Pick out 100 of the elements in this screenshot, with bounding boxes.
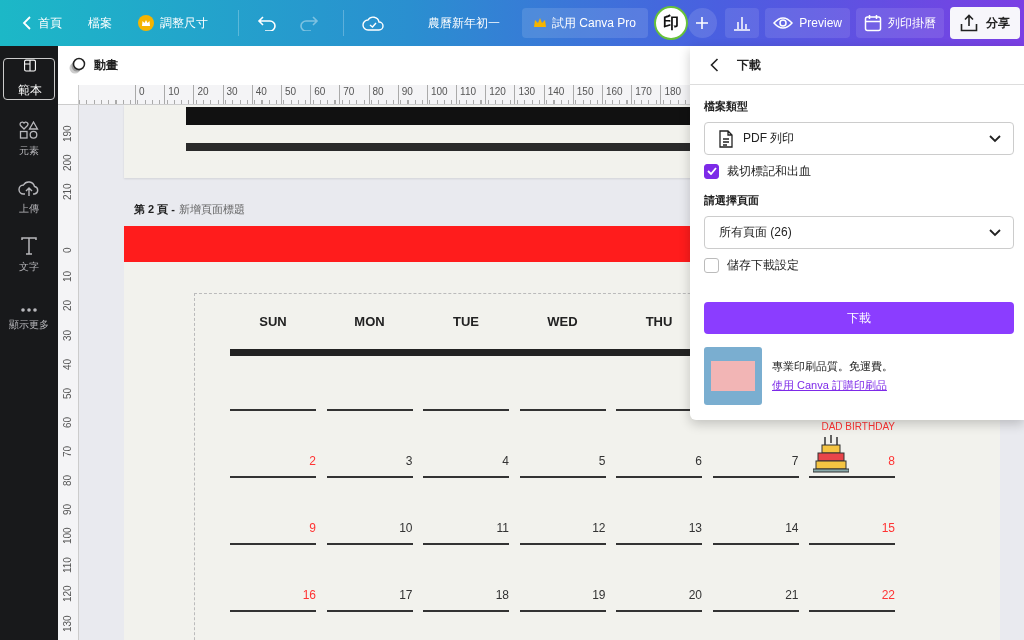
ruler-number: 90 xyxy=(61,503,74,516)
ruler-number: 140 xyxy=(543,85,573,104)
ruler-number: 70 xyxy=(339,85,369,104)
upload-icon xyxy=(960,14,978,32)
layout-icon xyxy=(21,59,39,72)
ruler-number: 20 xyxy=(61,299,74,312)
calendar-icon xyxy=(864,14,882,32)
weekday-header: THU xyxy=(644,314,674,329)
sidebar-item[interactable]: 元素 xyxy=(19,116,39,158)
ruler-number: 130 xyxy=(61,613,74,632)
ruler-number: 160 xyxy=(602,85,632,104)
crop-marks-checkbox[interactable]: 裁切標記和出血 xyxy=(704,163,1014,179)
field-label: 請選擇頁面 xyxy=(704,193,760,208)
ruler-number: 120 xyxy=(61,584,74,603)
date-number: 14 xyxy=(785,521,799,537)
ruler-number: 180 xyxy=(660,85,690,104)
ruler-number: 90 xyxy=(397,85,427,104)
ruler-number: 80 xyxy=(61,474,74,487)
date-number: 21 xyxy=(785,588,799,604)
ruler-number: 110 xyxy=(61,556,74,574)
ruler-number: 110 xyxy=(456,85,486,104)
sidebar-item[interactable]: 上傳 xyxy=(18,174,40,216)
design-title[interactable]: 農曆新年初一 xyxy=(427,14,500,32)
date-number: 3 xyxy=(405,454,413,470)
date-number: 13 xyxy=(688,521,702,537)
more-icon xyxy=(20,307,38,313)
cloud-upload-icon xyxy=(18,179,40,197)
page-number: 第 2 頁 - xyxy=(134,202,175,217)
date-number: 20 xyxy=(688,588,702,604)
date-number: 22 xyxy=(881,588,895,604)
ruler-number: 20 xyxy=(193,85,223,104)
date-number: 4 xyxy=(502,454,509,470)
date-number: 5 xyxy=(598,454,606,470)
download-button[interactable]: 下載 xyxy=(704,302,1014,334)
avatar[interactable]: 印 xyxy=(654,6,688,40)
promo-text: 專業印刷品質。免運費。 xyxy=(772,359,893,374)
preview-button[interactable]: Preview xyxy=(765,8,850,38)
ruler-number: 100 xyxy=(426,85,457,104)
document-icon xyxy=(719,129,733,148)
date-number: 2 xyxy=(309,454,316,470)
date-number: 19 xyxy=(592,588,606,604)
date-number: 12 xyxy=(592,521,606,537)
ruler-number: 60 xyxy=(61,415,74,428)
sidebar-item[interactable]: 顯示更多 xyxy=(9,290,49,332)
ruler-number: 130 xyxy=(514,85,544,104)
date-number: 11 xyxy=(496,521,509,537)
cake-drawing xyxy=(813,435,849,473)
undo-icon xyxy=(257,15,277,31)
sidebar-item[interactable]: 範本 xyxy=(3,58,55,100)
save-settings-checkbox[interactable]: 儲存下載設定 xyxy=(704,257,1014,273)
plus-icon xyxy=(696,17,709,29)
field-label: 檔案類型 xyxy=(704,99,749,114)
file-type-dropdown[interactable]: PDF 列印 xyxy=(704,122,1014,155)
ruler-number: 0 xyxy=(135,85,165,104)
ruler-number: 10 xyxy=(61,270,74,283)
date-number: 6 xyxy=(695,454,702,470)
sidebar-item[interactable]: 文字 xyxy=(19,232,39,274)
ruler-number: 170 xyxy=(631,85,661,104)
date-number: 9 xyxy=(309,521,316,537)
ruler-number: 60 xyxy=(310,85,340,104)
try-pro-button[interactable]: 試用 Canva Pro xyxy=(521,8,648,38)
animate-button[interactable]: 動畫 xyxy=(68,56,118,75)
ruler-number: 190 xyxy=(61,124,74,143)
text-icon xyxy=(21,237,37,255)
weekday-header: WED xyxy=(546,314,579,329)
weekday-header: TUE xyxy=(452,314,480,329)
date-number: 7 xyxy=(791,454,799,470)
print-calendar-button[interactable]: 列印掛曆 xyxy=(856,8,944,38)
chevron-left-icon xyxy=(710,58,719,72)
ruler-number: 70 xyxy=(61,444,74,458)
eye-icon xyxy=(773,16,794,30)
check-icon xyxy=(706,167,717,175)
weekday-header: MON xyxy=(353,314,386,329)
ruler-number: 120 xyxy=(485,85,515,104)
ruler-number: 150 xyxy=(572,85,602,104)
ruler-number: 50 xyxy=(61,386,74,399)
share-button[interactable]: 分享 xyxy=(950,7,1020,39)
pages-dropdown[interactable]: 所有頁面 (26) xyxy=(704,216,1014,249)
ruler-number: 100 xyxy=(61,526,74,545)
photo-placeholder xyxy=(704,347,762,405)
ruler-number: 200 xyxy=(61,153,74,172)
ruler-number: 40 xyxy=(61,357,74,370)
add-button[interactable] xyxy=(687,8,718,38)
insights-button[interactable] xyxy=(725,8,760,38)
ruler-number: 50 xyxy=(280,85,311,104)
ruler-number: 0 xyxy=(61,246,74,254)
crown-icon xyxy=(138,15,154,31)
ruler-number: 80 xyxy=(368,85,398,104)
chevron-left-icon xyxy=(22,16,32,30)
bar-chart-icon xyxy=(733,15,752,31)
ruler-number: 40 xyxy=(251,85,281,104)
event-label: DAD BIRTHDAY xyxy=(821,421,895,432)
ruler-number: 10 xyxy=(164,85,194,104)
order-prints-link[interactable]: 使用 Canva 訂購印刷品 xyxy=(772,378,893,393)
circles-icon xyxy=(68,56,86,75)
date-number: 18 xyxy=(495,588,509,604)
weekday-header: SUN xyxy=(258,314,288,329)
date-number: 15 xyxy=(881,521,895,537)
shapes-icon xyxy=(19,121,39,139)
page-title[interactable]: 新增頁面標題 xyxy=(178,202,245,217)
